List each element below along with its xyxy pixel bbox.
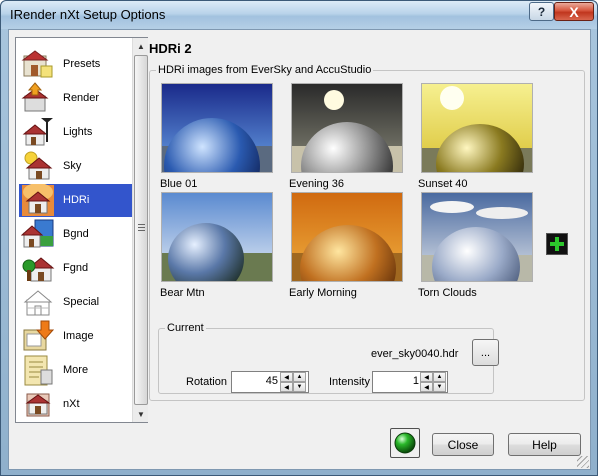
hdri-thumbnail-evening-36[interactable]	[291, 83, 403, 173]
sidebar-scrollbar[interactable]: ▲ ▼	[132, 38, 148, 422]
sidebar-item-nxt[interactable]: nXt	[19, 388, 135, 421]
rotation-left-icon[interactable]: ◀	[280, 382, 293, 392]
page-title: HDRi 2	[149, 41, 192, 56]
intensity-spinner[interactable]: 1 ◀ ▲ ◀ ▼	[372, 371, 448, 393]
current-group: Current ever_sky0040.hdr ... Rotation 45…	[158, 322, 499, 394]
thumbnail-label: Blue 01	[160, 178, 198, 190]
rotation-increment-icon[interactable]: ▲	[293, 372, 306, 382]
intensity-left-icon[interactable]: ◀	[420, 382, 433, 392]
thumbnail-label: Bear Mtn	[160, 287, 205, 299]
resize-grip-icon[interactable]	[577, 456, 589, 468]
close-icon: X	[569, 3, 579, 20]
add-hdri-button[interactable]	[546, 233, 568, 255]
current-filename: ever_sky0040.hdr	[371, 348, 459, 360]
sidebar-item-label: Sky	[63, 160, 82, 172]
sidebar-item-sky[interactable]: Sky	[19, 150, 135, 183]
dialog-window: IRender nXt Setup Options ? X Presets Re…	[0, 0, 598, 476]
title-bar[interactable]: IRender nXt Setup Options ? X	[1, 1, 597, 29]
foreground-icon	[22, 257, 55, 282]
sidebar-item-more[interactable]: More	[19, 354, 135, 387]
sidebar-item-label: More	[63, 364, 89, 376]
hdri-thumbnail-sunset-40[interactable]	[421, 83, 533, 173]
close-button[interactable]: Close	[432, 433, 494, 456]
sidebar-item-label: Presets	[63, 58, 101, 70]
rotation-value[interactable]: 45	[234, 375, 278, 387]
intensity-decrement-icon[interactable]: ◀	[420, 372, 433, 382]
sidebar-item-label: nXt	[63, 398, 80, 410]
group-label: HDRi images from EverSky and AccuStudio	[156, 64, 374, 76]
nxt-icon	[25, 393, 51, 417]
dialog-client-area: Presets Render Lights Sky HDRi Bgnd Fgnd…	[8, 29, 591, 470]
sidebar-item-bgnd[interactable]: Bgnd	[19, 218, 135, 251]
sidebar-item-label: Lights	[63, 126, 93, 138]
sidebar-item-lights[interactable]: Lights	[19, 116, 135, 149]
hdri-thumbnail-torn-clouds[interactable]	[421, 192, 533, 282]
hdri-thumbnail-blue-01[interactable]	[161, 83, 273, 173]
thumbnail-label: Evening 36	[289, 178, 345, 190]
green-orb-icon	[394, 432, 416, 454]
sidebar-item-presets[interactable]: Presets	[19, 48, 135, 81]
intensity-value[interactable]: 1	[375, 375, 419, 387]
sidebar-item-label: HDRi	[63, 194, 90, 206]
more-icon	[24, 355, 53, 386]
window-title: IRender nXt Setup Options	[10, 7, 166, 22]
sidebar-item-render[interactable]: Render	[19, 82, 135, 115]
group-label: Current	[165, 322, 206, 334]
scrollbar-thumb[interactable]	[134, 55, 148, 405]
special-icon	[23, 290, 53, 316]
plus-icon	[550, 237, 564, 251]
rotation-down-icon[interactable]: ▼	[293, 382, 306, 392]
thumbnail-label: Sunset 40	[418, 178, 468, 190]
question-icon: ?	[537, 4, 546, 19]
presets-icon	[21, 50, 53, 78]
hdri-thumbnail-early-morning[interactable]	[291, 192, 403, 282]
title-help-button[interactable]: ?	[529, 2, 554, 21]
intensity-increment-icon[interactable]: ▲	[433, 372, 446, 382]
sidebar-item-fgnd[interactable]: Fgnd	[19, 252, 135, 285]
sidebar-item-label: Image	[63, 330, 94, 342]
sidebar-item-special[interactable]: Special	[19, 286, 135, 319]
thumbnail-label: Torn Clouds	[418, 287, 477, 299]
background-icon	[21, 219, 54, 248]
scroll-up-arrow-icon[interactable]: ▲	[133, 38, 149, 54]
render-icon	[21, 82, 49, 112]
image-icon	[23, 320, 55, 351]
browse-button[interactable]: ...	[472, 339, 499, 366]
lights-icon	[22, 118, 53, 146]
scroll-down-arrow-icon[interactable]: ▼	[133, 406, 149, 422]
sidebar-item-hdri[interactable]: HDRi	[19, 184, 135, 217]
sidebar-item-label: Fgnd	[63, 262, 89, 274]
rotation-label: Rotation	[186, 376, 227, 388]
grip-icon	[138, 224, 145, 231]
hdri-images-group: HDRi images from EverSky and AccuStudio	[149, 64, 585, 401]
rotation-decrement-icon[interactable]: ◀	[280, 372, 293, 382]
sidebar-item-label: Render	[63, 92, 100, 104]
rotation-spinner[interactable]: 45 ◀ ▲ ◀ ▼	[231, 371, 309, 393]
help-button[interactable]: Help	[508, 433, 581, 456]
hdri-icon	[22, 184, 54, 216]
hdri-thumbnail-bear-mtn[interactable]	[161, 192, 273, 282]
intensity-label: Intensity	[329, 376, 370, 388]
sidebar-item-label: Special	[63, 296, 100, 308]
render-orb-button[interactable]	[390, 428, 420, 458]
thumbnail-label: Early Morning	[289, 287, 357, 299]
sidebar-item-image[interactable]: Image	[19, 320, 135, 353]
title-close-button[interactable]: X	[554, 2, 594, 21]
sky-icon	[24, 151, 53, 180]
intensity-down-icon[interactable]: ▼	[433, 382, 446, 392]
category-list: Presets Render Lights Sky HDRi Bgnd Fgnd…	[15, 37, 148, 423]
sidebar-item-label: Bgnd	[63, 228, 89, 240]
